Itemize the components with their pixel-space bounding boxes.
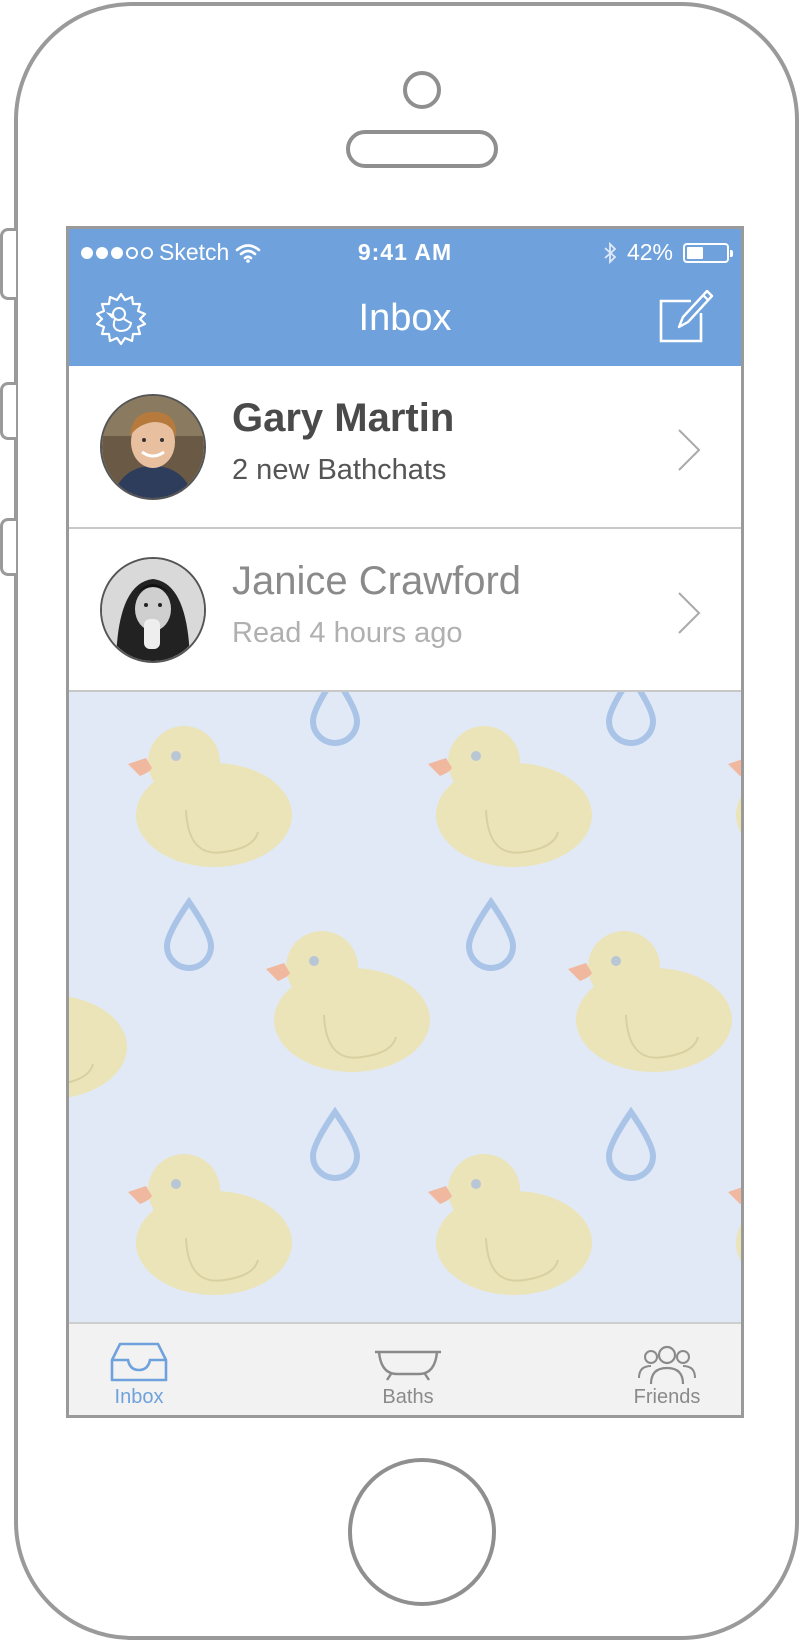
conversation-row[interactable]: Gary Martin 2 new Bathchats [69,366,741,529]
rubber-duck-background-pattern [69,692,741,1328]
bathtub-icon [375,1350,441,1381]
status-right: 42% [603,239,733,266]
conversation-status: 2 new Bathchats [232,454,447,486]
conversation-row[interactable]: Janice Crawford Read 4 hours ago [69,529,741,692]
earpiece-speaker [346,130,498,168]
chevron-right-icon [678,592,701,634]
status-bar: Sketch 9:41 AM 42% [69,229,741,279]
volume-up-button [0,382,16,440]
battery-fill [687,246,703,259]
compose-icon [659,289,714,343]
conversation-status: Read 4 hours ago [232,617,463,649]
tab-baths[interactable]: Baths [328,1324,488,1415]
tab-inbox[interactable]: Inbox [69,1324,219,1415]
avatar [100,557,206,663]
chevron-right-icon [678,429,701,471]
page-title: Inbox [358,297,452,339]
inbox-tray-icon [110,1342,168,1382]
contact-name: Gary Martin [232,396,455,440]
compose-button[interactable] [657,285,715,345]
conversation-list: Gary Martin 2 new Bathchats Janice Crawf… [69,366,741,692]
volume-down-button [0,518,16,576]
tab-label: Inbox [114,1386,164,1408]
home-button[interactable] [348,1458,496,1606]
battery-icon [683,242,733,263]
bluetooth-icon [604,241,617,264]
tab-bar: Inbox Baths Friends [69,1322,741,1415]
tab-friends[interactable]: Friends [587,1324,741,1415]
mute-switch [0,228,16,300]
front-camera [403,71,441,109]
battery-percent: 42% [626,239,673,265]
avatar [100,394,206,500]
contact-name: Janice Crawford [232,559,522,603]
header: Sketch 9:41 AM 42% Inbox [69,229,741,366]
tab-label: Baths [382,1386,434,1408]
tab-label: Friends [633,1386,701,1408]
friends-icon [638,1345,696,1385]
app-screen: Sketch 9:41 AM 42% Inbox Gary Martin 2 n… [66,226,744,1418]
